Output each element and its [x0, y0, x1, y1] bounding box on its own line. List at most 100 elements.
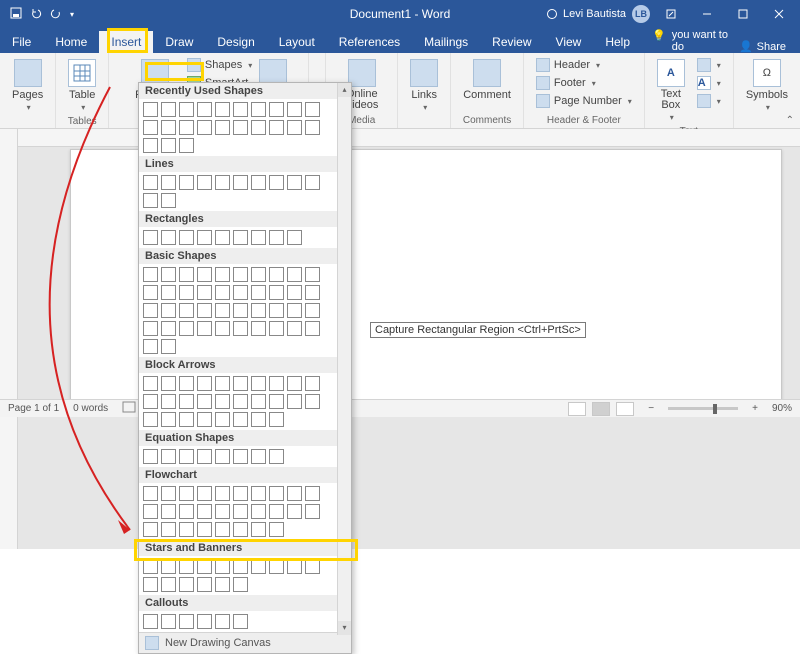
shape-item[interactable]	[197, 175, 212, 190]
shape-item[interactable]	[215, 267, 230, 282]
shape-item[interactable]	[179, 486, 194, 501]
shape-item[interactable]	[179, 285, 194, 300]
new-drawing-canvas-button[interactable]: New Drawing Canvas	[139, 632, 351, 653]
shape-item[interactable]	[251, 230, 266, 245]
shape-item[interactable]	[143, 486, 158, 501]
shape-item[interactable]	[161, 577, 176, 592]
shape-item[interactable]	[215, 102, 230, 117]
scrollbar[interactable]: ▴ ▾	[337, 83, 351, 635]
shape-item[interactable]	[251, 504, 266, 519]
tab-references[interactable]: References	[327, 31, 412, 53]
shape-item[interactable]	[233, 285, 248, 300]
shape-item[interactable]	[233, 504, 248, 519]
footer-button[interactable]: Footer▾	[532, 75, 636, 91]
shape-item[interactable]	[161, 230, 176, 245]
share-button[interactable]: 👤 Share	[739, 40, 786, 53]
shape-item[interactable]	[143, 267, 158, 282]
tab-home[interactable]: Home	[43, 31, 99, 53]
shape-item[interactable]	[215, 486, 230, 501]
shape-item[interactable]	[269, 175, 284, 190]
table-button[interactable]: Table ▾	[64, 57, 100, 114]
shape-item[interactable]	[215, 504, 230, 519]
shape-item[interactable]	[197, 120, 212, 135]
shape-item[interactable]	[233, 321, 248, 336]
shape-item[interactable]	[179, 504, 194, 519]
shape-item[interactable]	[161, 614, 176, 629]
shape-item[interactable]	[161, 138, 176, 153]
shape-item[interactable]	[197, 394, 212, 409]
shape-item[interactable]	[215, 285, 230, 300]
shape-item[interactable]	[143, 376, 158, 391]
shape-item[interactable]	[269, 486, 284, 501]
qat-dropdown-icon[interactable]: ▾	[70, 10, 74, 19]
shape-item[interactable]	[143, 303, 158, 318]
shape-item[interactable]	[197, 614, 212, 629]
tab-file[interactable]: File	[0, 31, 43, 53]
links-button[interactable]: Links ▾	[406, 57, 442, 114]
shape-item[interactable]	[161, 120, 176, 135]
shape-item[interactable]	[143, 577, 158, 592]
account-button[interactable]: Levi Bautista LB	[547, 5, 650, 23]
shape-item[interactable]	[305, 120, 320, 135]
minimize-button[interactable]	[692, 0, 722, 28]
shape-item[interactable]	[143, 522, 158, 537]
scroll-up-button[interactable]: ▴	[338, 83, 351, 97]
page-number-button[interactable]: Page Number▾	[532, 93, 636, 109]
collapse-ribbon-button[interactable]: ⌃	[786, 115, 794, 126]
tab-design[interactable]: Design	[205, 31, 266, 53]
shape-item[interactable]	[143, 614, 158, 629]
undo-icon[interactable]	[30, 7, 42, 22]
shape-item[interactable]	[269, 230, 284, 245]
shape-item[interactable]	[161, 504, 176, 519]
drop-cap-button[interactable]: ▾	[693, 93, 725, 109]
shape-item[interactable]	[179, 321, 194, 336]
shape-item[interactable]	[197, 522, 212, 537]
shape-item[interactable]	[215, 449, 230, 464]
shape-item[interactable]	[143, 504, 158, 519]
shape-item[interactable]	[215, 321, 230, 336]
shape-item[interactable]	[215, 120, 230, 135]
shape-item[interactable]	[179, 577, 194, 592]
tab-view[interactable]: View	[544, 31, 594, 53]
shape-item[interactable]	[161, 267, 176, 282]
shape-item[interactable]	[143, 285, 158, 300]
shape-item[interactable]	[179, 412, 194, 427]
zoom-out-button[interactable]: −	[648, 403, 654, 414]
zoom-level[interactable]: 90%	[772, 403, 792, 414]
shape-item[interactable]	[143, 412, 158, 427]
shape-item[interactable]	[233, 120, 248, 135]
zoom-in-button[interactable]: +	[752, 403, 758, 414]
shape-item[interactable]	[269, 267, 284, 282]
shape-item[interactable]	[287, 120, 302, 135]
zoom-slider[interactable]	[668, 407, 738, 410]
shape-item[interactable]	[251, 449, 266, 464]
shape-item[interactable]	[287, 394, 302, 409]
shape-item[interactable]	[269, 303, 284, 318]
shape-item[interactable]	[287, 102, 302, 117]
shape-item[interactable]	[233, 267, 248, 282]
shape-item[interactable]	[143, 230, 158, 245]
shape-item[interactable]	[215, 303, 230, 318]
shape-item[interactable]	[287, 175, 302, 190]
header-button[interactable]: Header▾	[532, 57, 636, 73]
shape-item[interactable]	[215, 376, 230, 391]
shape-item[interactable]	[305, 504, 320, 519]
save-icon[interactable]	[10, 7, 22, 22]
tab-insert[interactable]: Insert	[99, 31, 153, 53]
shape-item[interactable]	[197, 230, 212, 245]
shape-item[interactable]	[161, 522, 176, 537]
shape-item[interactable]	[251, 102, 266, 117]
shape-item[interactable]	[251, 120, 266, 135]
shape-item[interactable]	[233, 577, 248, 592]
shape-item[interactable]	[143, 394, 158, 409]
shape-item[interactable]	[233, 394, 248, 409]
symbols-button[interactable]: Ω Symbols ▾	[742, 57, 792, 114]
wordart-button[interactable]: A▾	[693, 75, 725, 91]
pages-button[interactable]: Pages ▾	[8, 57, 47, 114]
shape-item[interactable]	[305, 285, 320, 300]
tab-draw[interactable]: Draw	[153, 31, 205, 53]
shape-item[interactable]	[251, 321, 266, 336]
tab-help[interactable]: Help	[593, 31, 642, 53]
shape-item[interactable]	[197, 504, 212, 519]
shape-item[interactable]	[305, 486, 320, 501]
